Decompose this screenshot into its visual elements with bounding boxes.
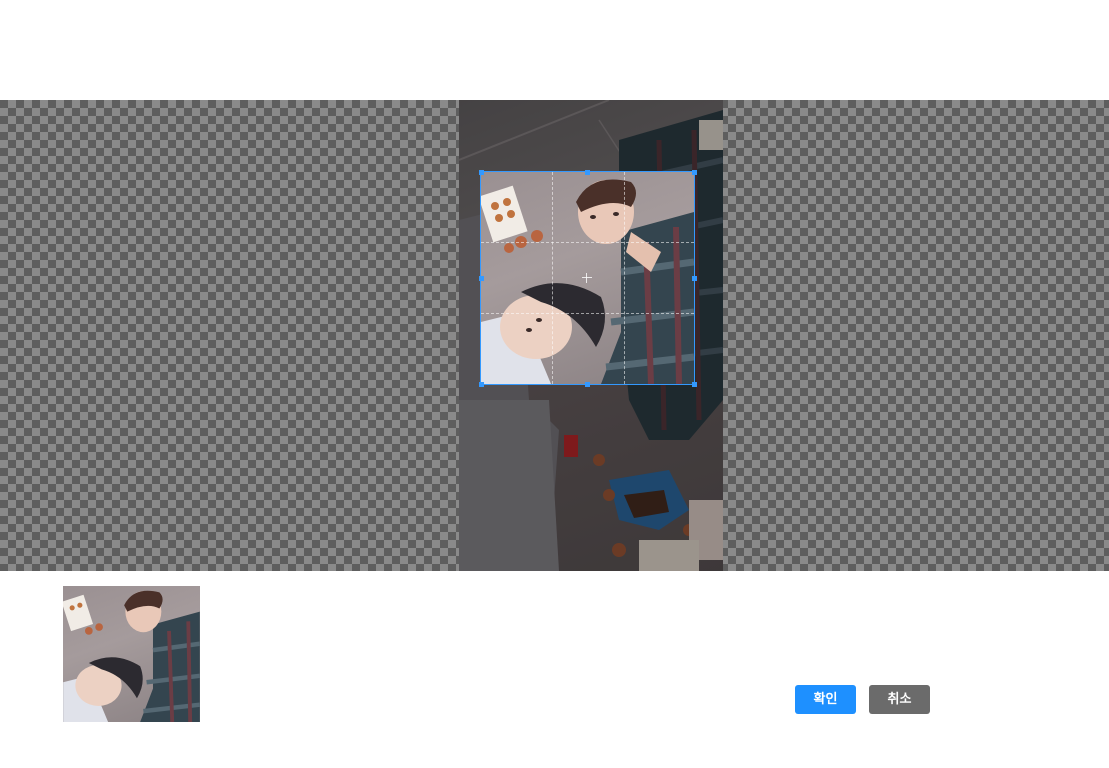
- crop-handle-w[interactable]: [479, 276, 484, 281]
- crop-handle-s[interactable]: [585, 382, 590, 387]
- crop-selection[interactable]: [480, 171, 695, 385]
- crop-handle-n[interactable]: [585, 170, 590, 175]
- confirm-button[interactable]: 확인: [795, 685, 856, 714]
- crop-center-marker: [582, 273, 592, 283]
- crop-handle-sw[interactable]: [479, 382, 484, 387]
- crop-handle-se[interactable]: [692, 382, 697, 387]
- cancel-button[interactable]: 취소: [869, 685, 930, 714]
- crop-handle-nw[interactable]: [479, 170, 484, 175]
- crop-canvas[interactable]: [0, 100, 1109, 571]
- crop-preview-thumbnail: [63, 586, 200, 722]
- crop-handle-e[interactable]: [692, 276, 697, 281]
- image-crop-dialog: 확인 취소: [0, 0, 1109, 768]
- crop-handle-ne[interactable]: [692, 170, 697, 175]
- preview-image: [63, 590, 200, 722]
